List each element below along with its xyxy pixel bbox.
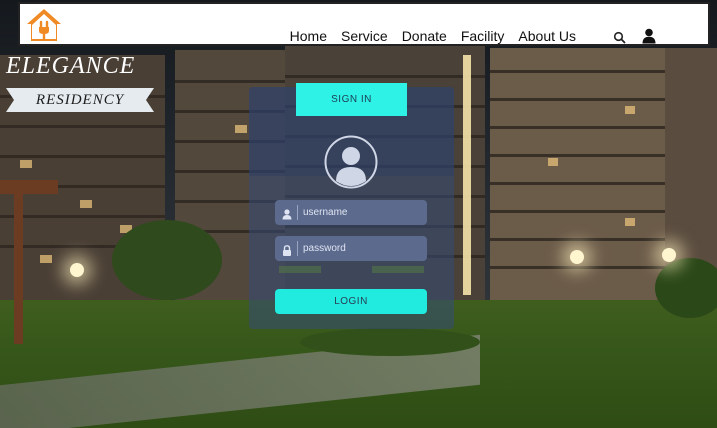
nav-links: Home Service Donate Facility About Us	[290, 2, 576, 48]
brand-title: ELEGANCE	[6, 53, 136, 79]
building-right	[490, 48, 665, 308]
field-divider	[297, 241, 298, 256]
nav-donate[interactable]: Donate	[402, 26, 447, 46]
street-lamp	[662, 248, 676, 262]
username-field	[275, 200, 427, 225]
field-divider	[297, 205, 298, 220]
nav-service[interactable]: Service	[341, 26, 388, 46]
search-icon[interactable]	[613, 31, 626, 49]
password-field	[275, 236, 427, 261]
lock-icon	[282, 243, 292, 256]
pergola	[0, 180, 58, 350]
tree	[655, 258, 717, 318]
street-lamp	[570, 250, 584, 264]
brand-subtitle: RESIDENCY	[35, 92, 125, 108]
remember-me-link[interactable]	[279, 266, 321, 273]
forgot-password-link[interactable]	[372, 266, 424, 273]
sign-in-tab[interactable]: SIGN IN	[296, 83, 407, 116]
user-avatar-icon	[324, 135, 378, 189]
nav-about-us[interactable]: About Us	[518, 26, 576, 46]
nav-facility[interactable]: Facility	[461, 26, 505, 46]
password-input[interactable]	[303, 236, 421, 261]
login-button[interactable]: LOGIN	[275, 289, 427, 314]
username-input[interactable]	[303, 200, 421, 225]
user-small-icon	[282, 207, 292, 220]
street-lamp	[70, 263, 84, 277]
user-icon[interactable]	[642, 28, 656, 49]
nav-home[interactable]: Home	[290, 26, 327, 46]
home-logo-icon[interactable]	[24, 6, 64, 44]
tree	[112, 220, 222, 300]
brand-banner: RESIDENCY	[6, 88, 154, 112]
hedge	[300, 328, 480, 356]
